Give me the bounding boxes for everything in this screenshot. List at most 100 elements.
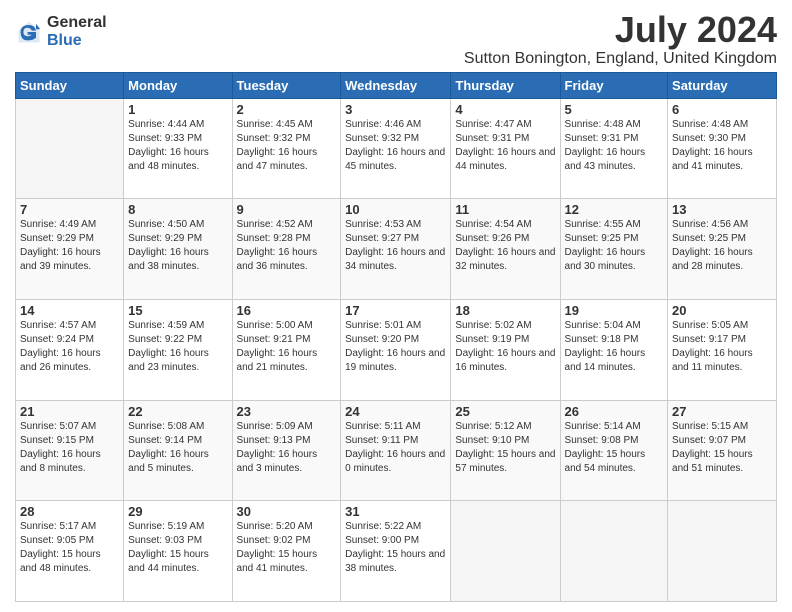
day-number: 5 [565, 102, 664, 117]
day-info: Sunrise: 5:11 AM Sunset: 9:11 PM Dayligh… [345, 420, 446, 476]
day-number: 3 [345, 102, 446, 117]
logo: General Blue [15, 14, 107, 49]
day-number: 24 [345, 404, 446, 419]
logo-text: General Blue [47, 14, 107, 49]
day-number: 27 [672, 404, 772, 419]
day-info: Sunrise: 5:17 AM Sunset: 9:05 PM Dayligh… [20, 520, 119, 576]
calendar-cell [451, 501, 560, 602]
day-number: 19 [565, 303, 664, 318]
calendar-cell: 17Sunrise: 5:01 AM Sunset: 9:20 PM Dayli… [341, 299, 451, 400]
calendar-cell: 14Sunrise: 4:57 AM Sunset: 9:24 PM Dayli… [16, 299, 124, 400]
day-info: Sunrise: 5:01 AM Sunset: 9:20 PM Dayligh… [345, 319, 446, 375]
calendar-cell: 10Sunrise: 4:53 AM Sunset: 9:27 PM Dayli… [341, 199, 451, 300]
logo-blue: Blue [47, 32, 107, 50]
calendar-header: Sunday Monday Tuesday Wednesday Thursday… [16, 72, 777, 98]
day-number: 31 [345, 504, 446, 519]
day-info: Sunrise: 4:54 AM Sunset: 9:26 PM Dayligh… [455, 218, 555, 274]
day-info: Sunrise: 4:59 AM Sunset: 9:22 PM Dayligh… [128, 319, 227, 375]
calendar-cell: 4Sunrise: 4:47 AM Sunset: 9:31 PM Daylig… [451, 98, 560, 199]
calendar-cell: 30Sunrise: 5:20 AM Sunset: 9:02 PM Dayli… [232, 501, 341, 602]
day-info: Sunrise: 5:19 AM Sunset: 9:03 PM Dayligh… [128, 520, 227, 576]
day-info: Sunrise: 5:22 AM Sunset: 9:00 PM Dayligh… [345, 520, 446, 576]
day-info: Sunrise: 4:48 AM Sunset: 9:31 PM Dayligh… [565, 118, 664, 174]
day-info: Sunrise: 5:20 AM Sunset: 9:02 PM Dayligh… [237, 520, 337, 576]
day-number: 7 [20, 202, 119, 217]
calendar-cell: 5Sunrise: 4:48 AM Sunset: 9:31 PM Daylig… [560, 98, 668, 199]
day-info: Sunrise: 4:55 AM Sunset: 9:25 PM Dayligh… [565, 218, 664, 274]
day-info: Sunrise: 4:45 AM Sunset: 9:32 PM Dayligh… [237, 118, 337, 174]
day-info: Sunrise: 4:46 AM Sunset: 9:32 PM Dayligh… [345, 118, 446, 174]
header-thursday: Thursday [451, 72, 560, 98]
calendar-cell: 11Sunrise: 4:54 AM Sunset: 9:26 PM Dayli… [451, 199, 560, 300]
calendar-week-4: 28Sunrise: 5:17 AM Sunset: 9:05 PM Dayli… [16, 501, 777, 602]
day-info: Sunrise: 5:12 AM Sunset: 9:10 PM Dayligh… [455, 420, 555, 476]
calendar-week-0: 1Sunrise: 4:44 AM Sunset: 9:33 PM Daylig… [16, 98, 777, 199]
day-number: 15 [128, 303, 227, 318]
day-info: Sunrise: 4:50 AM Sunset: 9:29 PM Dayligh… [128, 218, 227, 274]
day-number: 30 [237, 504, 337, 519]
calendar-cell: 7Sunrise: 4:49 AM Sunset: 9:29 PM Daylig… [16, 199, 124, 300]
day-number: 28 [20, 504, 119, 519]
calendar-cell: 22Sunrise: 5:08 AM Sunset: 9:14 PM Dayli… [124, 400, 232, 501]
day-info: Sunrise: 5:05 AM Sunset: 9:17 PM Dayligh… [672, 319, 772, 375]
day-number: 11 [455, 202, 555, 217]
header-saturday: Saturday [668, 72, 777, 98]
day-number: 13 [672, 202, 772, 217]
day-number: 23 [237, 404, 337, 419]
day-number: 12 [565, 202, 664, 217]
day-number: 8 [128, 202, 227, 217]
calendar-cell: 12Sunrise: 4:55 AM Sunset: 9:25 PM Dayli… [560, 199, 668, 300]
day-number: 1 [128, 102, 227, 117]
calendar-cell: 27Sunrise: 5:15 AM Sunset: 9:07 PM Dayli… [668, 400, 777, 501]
day-number: 6 [672, 102, 772, 117]
day-number: 25 [455, 404, 555, 419]
calendar-cell: 16Sunrise: 5:00 AM Sunset: 9:21 PM Dayli… [232, 299, 341, 400]
calendar-cell: 13Sunrise: 4:56 AM Sunset: 9:25 PM Dayli… [668, 199, 777, 300]
day-number: 26 [565, 404, 664, 419]
day-number: 4 [455, 102, 555, 117]
day-info: Sunrise: 4:56 AM Sunset: 9:25 PM Dayligh… [672, 218, 772, 274]
calendar-cell [16, 98, 124, 199]
title-section: July 2024 Sutton Bonington, England, Uni… [464, 10, 777, 68]
logo-icon [15, 18, 43, 46]
day-number: 2 [237, 102, 337, 117]
day-info: Sunrise: 4:48 AM Sunset: 9:30 PM Dayligh… [672, 118, 772, 174]
day-number: 22 [128, 404, 227, 419]
calendar-week-1: 7Sunrise: 4:49 AM Sunset: 9:29 PM Daylig… [16, 199, 777, 300]
calendar-cell: 1Sunrise: 4:44 AM Sunset: 9:33 PM Daylig… [124, 98, 232, 199]
day-number: 14 [20, 303, 119, 318]
location: Sutton Bonington, England, United Kingdo… [464, 50, 777, 68]
header-friday: Friday [560, 72, 668, 98]
calendar-body: 1Sunrise: 4:44 AM Sunset: 9:33 PM Daylig… [16, 98, 777, 601]
day-number: 18 [455, 303, 555, 318]
month-title: July 2024 [464, 10, 777, 50]
calendar-cell: 29Sunrise: 5:19 AM Sunset: 9:03 PM Dayli… [124, 501, 232, 602]
day-info: Sunrise: 4:57 AM Sunset: 9:24 PM Dayligh… [20, 319, 119, 375]
calendar-cell: 21Sunrise: 5:07 AM Sunset: 9:15 PM Dayli… [16, 400, 124, 501]
day-number: 29 [128, 504, 227, 519]
calendar-cell: 3Sunrise: 4:46 AM Sunset: 9:32 PM Daylig… [341, 98, 451, 199]
day-info: Sunrise: 5:08 AM Sunset: 9:14 PM Dayligh… [128, 420, 227, 476]
day-number: 17 [345, 303, 446, 318]
calendar-cell [560, 501, 668, 602]
page: General Blue July 2024 Sutton Bonington,… [0, 0, 792, 612]
calendar-cell: 9Sunrise: 4:52 AM Sunset: 9:28 PM Daylig… [232, 199, 341, 300]
header-tuesday: Tuesday [232, 72, 341, 98]
calendar-table: Sunday Monday Tuesday Wednesday Thursday… [15, 72, 777, 602]
calendar-cell: 18Sunrise: 5:02 AM Sunset: 9:19 PM Dayli… [451, 299, 560, 400]
calendar-cell [668, 501, 777, 602]
calendar-cell: 26Sunrise: 5:14 AM Sunset: 9:08 PM Dayli… [560, 400, 668, 501]
header: General Blue July 2024 Sutton Bonington,… [15, 10, 777, 68]
day-info: Sunrise: 4:47 AM Sunset: 9:31 PM Dayligh… [455, 118, 555, 174]
calendar-cell: 28Sunrise: 5:17 AM Sunset: 9:05 PM Dayli… [16, 501, 124, 602]
day-info: Sunrise: 4:53 AM Sunset: 9:27 PM Dayligh… [345, 218, 446, 274]
header-row: Sunday Monday Tuesday Wednesday Thursday… [16, 72, 777, 98]
calendar-cell: 20Sunrise: 5:05 AM Sunset: 9:17 PM Dayli… [668, 299, 777, 400]
calendar-cell: 23Sunrise: 5:09 AM Sunset: 9:13 PM Dayli… [232, 400, 341, 501]
day-info: Sunrise: 5:09 AM Sunset: 9:13 PM Dayligh… [237, 420, 337, 476]
day-info: Sunrise: 5:04 AM Sunset: 9:18 PM Dayligh… [565, 319, 664, 375]
day-info: Sunrise: 4:44 AM Sunset: 9:33 PM Dayligh… [128, 118, 227, 174]
calendar-cell: 8Sunrise: 4:50 AM Sunset: 9:29 PM Daylig… [124, 199, 232, 300]
day-number: 9 [237, 202, 337, 217]
day-info: Sunrise: 5:14 AM Sunset: 9:08 PM Dayligh… [565, 420, 664, 476]
